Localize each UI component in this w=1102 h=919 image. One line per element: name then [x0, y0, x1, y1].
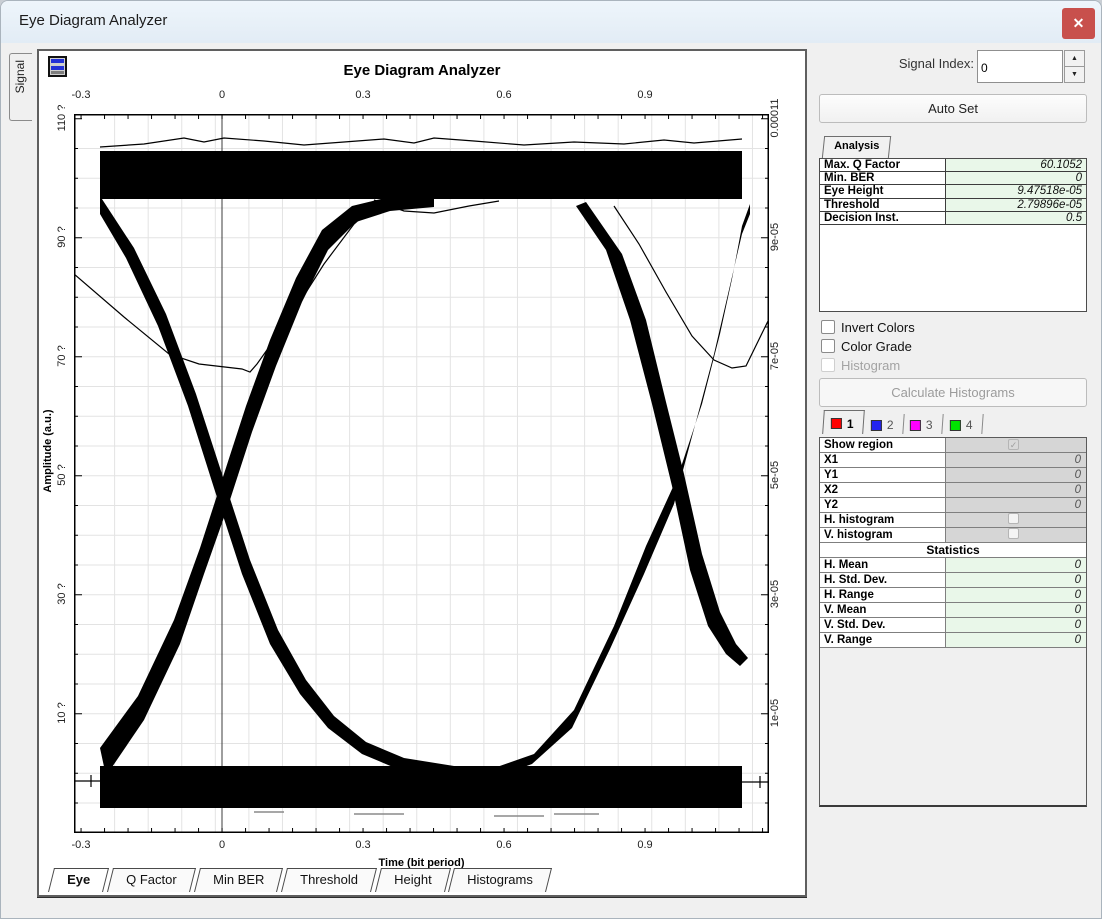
- signal-index-label: Signal Index:: [816, 56, 974, 71]
- x-tick-top: 0.3: [341, 89, 385, 101]
- color-grade-checkbox[interactable]: [821, 339, 835, 353]
- tab-eye[interactable]: Eye: [48, 868, 109, 892]
- eye-diagram-analyzer-window: Eye Diagram Analyzer ✕ Signal Eye Diagra…: [0, 0, 1102, 919]
- grid-layer: [74, 114, 769, 833]
- x-tick-bottom: 0.6: [482, 839, 526, 851]
- region-3-color-swatch: [910, 420, 921, 431]
- table-row: V. Range 0: [820, 633, 1086, 648]
- window-title: Eye Diagram Analyzer: [19, 12, 167, 29]
- x-tick-top: 0.6: [482, 89, 526, 101]
- calculate-histograms-button: Calculate Histograms: [819, 378, 1087, 407]
- signal-index-spin-down[interactable]: ▼: [1064, 66, 1085, 83]
- v-histogram-checkbox[interactable]: [1008, 528, 1019, 539]
- table-row: Max. Q Factor 60.1052: [820, 159, 1086, 172]
- close-icon: ✕: [1073, 15, 1085, 31]
- histogram-checkbox-row: Histogram: [821, 358, 900, 375]
- table-row: V. Mean 0: [820, 603, 1086, 618]
- eye-traces: [100, 151, 750, 808]
- table-row: Show region ✓: [820, 438, 1086, 453]
- region-tab-4[interactable]: 4: [942, 414, 983, 434]
- h-histogram-checkbox[interactable]: [1008, 513, 1019, 524]
- x-tick-bottom: 0: [200, 839, 244, 851]
- invert-colors-checkbox[interactable]: [821, 320, 835, 334]
- auto-set-button[interactable]: Auto Set: [819, 94, 1087, 123]
- y-tick-right: 9e-05: [769, 213, 781, 261]
- region-tab-1[interactable]: 1: [822, 410, 864, 434]
- region-1-color-swatch: [831, 418, 842, 429]
- table-row: Decision Inst. 0.5: [820, 212, 1086, 225]
- statistics-header: Statistics: [820, 543, 1086, 558]
- tab-height[interactable]: Height: [375, 868, 451, 892]
- x-tick-bottom: 0.9: [623, 839, 667, 851]
- histogram-checkbox: [821, 358, 835, 372]
- region-tab-3[interactable]: 3: [903, 414, 944, 434]
- table-row: Eye Height 9.47518e-05: [820, 185, 1086, 198]
- analysis-table: Max. Q Factor 60.1052 Min. BER 0 Eye Hei…: [819, 158, 1087, 312]
- x-tick-bottom: -0.3: [59, 839, 103, 851]
- close-button[interactable]: ✕: [1062, 8, 1095, 39]
- eye-diagram-plot: [74, 114, 769, 833]
- tab-q-factor[interactable]: Q Factor: [107, 868, 196, 892]
- thin-traces: [74, 138, 769, 788]
- show-region-checkbox[interactable]: ✓: [1008, 439, 1019, 450]
- region-table: Show region ✓ X1 0 Y1 0 X2 0 Y2 0 H. his…: [819, 437, 1087, 807]
- falling-edge-right: [576, 202, 748, 666]
- tab-signal-label: Signal: [13, 60, 27, 93]
- one-rail-band: [100, 151, 742, 199]
- y-tick-left: 110 ?: [56, 94, 68, 142]
- table-row: V. Std. Dev. 0: [820, 618, 1086, 633]
- table-row: V. histogram: [820, 528, 1086, 543]
- table-row: H. Mean 0: [820, 558, 1086, 573]
- y-tick-right: 5e-05: [769, 451, 781, 499]
- x-tick-bottom: 0.3: [341, 839, 385, 851]
- y-axis-title: Amplitude (a.u.): [42, 396, 54, 506]
- y-tick-right: 1e-05: [769, 689, 781, 737]
- table-row: H. Range 0: [820, 588, 1086, 603]
- signal-index-spin-up[interactable]: ▲: [1064, 50, 1085, 67]
- table-row: H. histogram: [820, 513, 1086, 528]
- y-tick-left: 10 ?: [56, 689, 68, 737]
- region-tab-bar: 1 2 3 4: [823, 410, 983, 434]
- table-row: X2 0: [820, 483, 1086, 498]
- chart-panel: Eye Diagram Analyzer -0.3 0 0.3 0.6 0.9 …: [37, 49, 807, 897]
- y-tick-left: 30 ?: [56, 570, 68, 618]
- y-tick-right: 7e-05: [769, 332, 781, 380]
- one-rail-overshoot-line: [100, 138, 742, 147]
- region-4-color-swatch: [950, 420, 961, 431]
- table-row: Min. BER 0: [820, 172, 1086, 185]
- y-tick-right: 3e-05: [769, 570, 781, 618]
- tab-signal[interactable]: Signal: [9, 53, 32, 121]
- y-tick-left: 90 ?: [56, 213, 68, 261]
- y-tick-left: 70 ?: [56, 332, 68, 380]
- plot-frame: [75, 115, 769, 833]
- x-tick-top: 0.9: [623, 89, 667, 101]
- chart-title: Eye Diagram Analyzer: [39, 62, 805, 79]
- eye-diagram-svg: [74, 114, 769, 833]
- zero-rail-right-line: [742, 776, 769, 788]
- titlebar: Eye Diagram Analyzer ✕: [1, 1, 1101, 43]
- tab-histograms[interactable]: Histograms: [448, 868, 552, 892]
- table-row: Y1 0: [820, 468, 1086, 483]
- tab-threshold[interactable]: Threshold: [281, 868, 377, 892]
- zero-rail-left-line: [74, 775, 104, 787]
- y-tick-left: 50 ?: [56, 451, 68, 499]
- signal-index-input[interactable]: [977, 50, 1063, 83]
- invert-colors-checkbox-row: Invert Colors: [821, 320, 915, 337]
- region-2-color-swatch: [871, 420, 882, 431]
- table-row: Y2 0: [820, 498, 1086, 513]
- y-tick-right: 0.00011: [769, 94, 781, 142]
- chart-tab-bar: Eye Q Factor Min BER Threshold Height Hi…: [51, 868, 553, 892]
- x-tick-top: 0: [200, 89, 244, 101]
- axis-ticks: [74, 114, 769, 833]
- zero-rail-undershoot: [254, 812, 599, 816]
- table-row: Threshold 2.79896e-05: [820, 199, 1086, 212]
- tab-min-ber[interactable]: Min BER: [194, 868, 283, 892]
- table-row: X1 0: [820, 453, 1086, 468]
- table-row: H. Std. Dev. 0: [820, 573, 1086, 588]
- tab-analysis[interactable]: Analysis: [822, 136, 892, 158]
- color-grade-checkbox-row: Color Grade: [821, 339, 912, 356]
- region-tab-2[interactable]: 2: [863, 414, 904, 434]
